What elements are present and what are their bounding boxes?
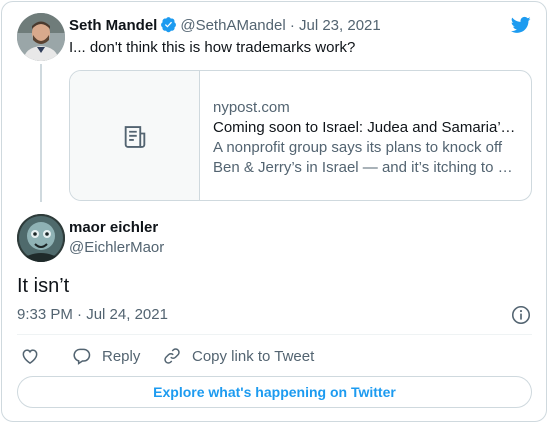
reply-button[interactable]: Reply <box>72 345 140 367</box>
copy-link-label: Copy link to Tweet <box>192 347 315 365</box>
avatar[interactable] <box>17 13 65 61</box>
quoted-tweet-header: Seth Mandel @SethAMandel · Jul 23, 2021 <box>69 16 381 36</box>
explore-twitter-button[interactable]: Explore what's happening on Twitter <box>17 376 532 408</box>
copy-link-button[interactable]: Copy link to Tweet <box>162 345 314 367</box>
like-button[interactable] <box>20 345 50 367</box>
avatar-photo <box>17 214 65 262</box>
quoted-tweet-text: I... don't think this is how trademarks … <box>69 39 356 56</box>
link-card-body: nypost.com Coming soon to Israel: Judea … <box>213 98 519 178</box>
link-thumbnail <box>70 71 200 200</box>
tweet-date[interactable]: Jul 24, 2021 <box>86 306 168 323</box>
author-handle[interactable]: @EichlerMaor <box>69 238 164 258</box>
document-icon <box>124 126 146 148</box>
author-name[interactable]: maor eichler <box>69 218 158 238</box>
tweet-time[interactable]: 9:33 PM <box>17 306 73 323</box>
verified-badge-icon <box>161 17 177 33</box>
reply-label: Reply <box>102 347 141 365</box>
twitter-logo-icon[interactable] <box>510 15 532 35</box>
link-domain: nypost.com <box>213 99 290 116</box>
link-title: Coming soon to Israel: Judea and Samaria… <box>213 119 519 136</box>
author-name[interactable]: Seth Mandel <box>69 17 157 34</box>
link-preview-card[interactable]: nypost.com Coming soon to Israel: Judea … <box>69 70 532 201</box>
link-description: A nonprofit group says its plans to knoc… <box>213 139 519 176</box>
info-icon[interactable] <box>510 304 532 326</box>
tweet-text: It isn’t <box>17 275 70 297</box>
heart-icon <box>22 349 38 364</box>
thread-connector <box>40 64 42 202</box>
divider <box>17 334 532 335</box>
author-handle[interactable]: @SethAMandel <box>180 17 285 34</box>
tweet-date[interactable]: Jul 23, 2021 <box>299 17 381 34</box>
avatar-photo <box>17 13 65 61</box>
timestamp-separator: · <box>77 306 83 323</box>
tweet-timestamp[interactable]: 9:33 PM · Jul 24, 2021 <box>17 305 168 325</box>
avatar[interactable] <box>17 214 65 262</box>
reply-icon <box>73 348 91 365</box>
link-icon <box>164 348 180 364</box>
header-separator: · <box>289 17 295 34</box>
